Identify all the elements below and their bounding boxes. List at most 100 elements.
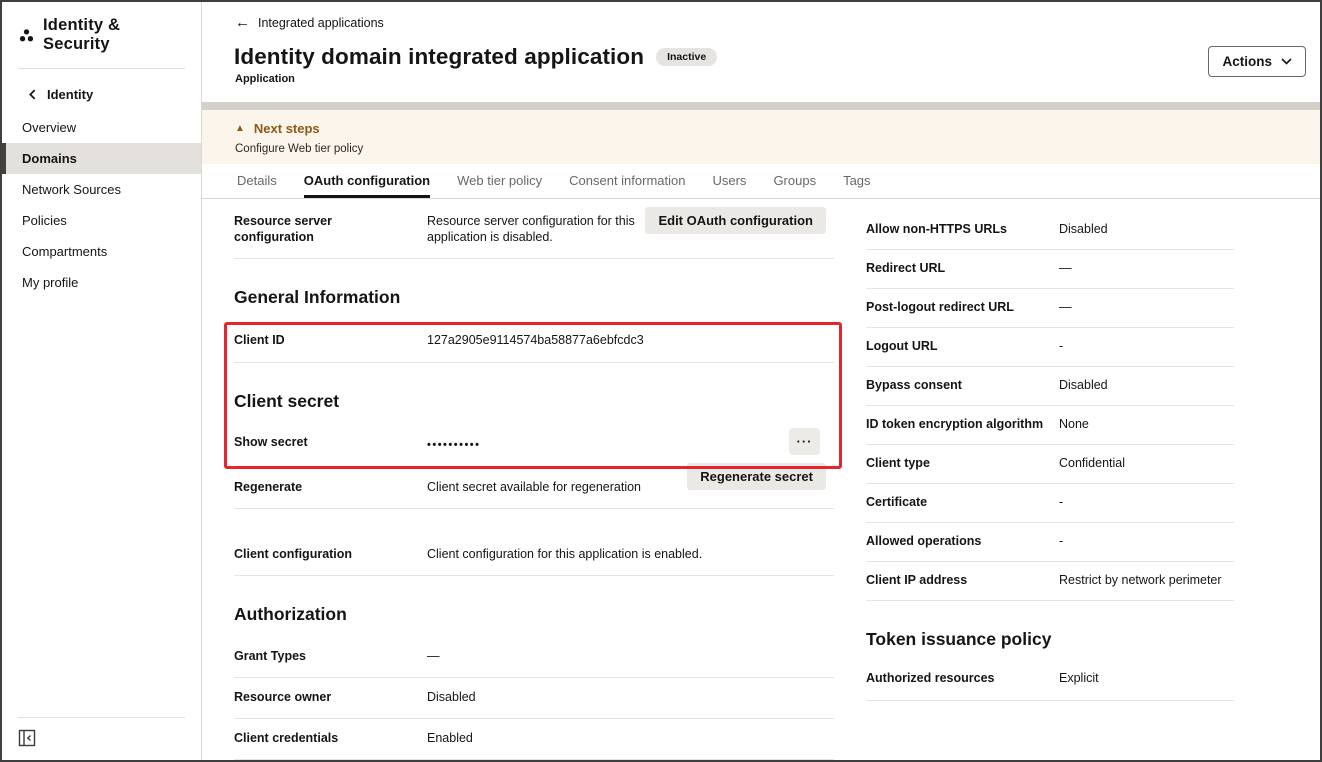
client-configuration-value: Client configuration for this applicatio… — [427, 546, 702, 562]
general-information-heading: General Information — [234, 287, 834, 308]
authorization-heading: Authorization — [234, 604, 834, 625]
sidebar-item-my-profile[interactable]: My profile — [2, 267, 201, 298]
client-ip-address-label: Client IP address — [866, 572, 1059, 588]
grant-types-label: Grant Types — [234, 648, 427, 664]
regenerate-secret-button[interactable]: Regenerate secret — [687, 463, 826, 490]
client-ip-address-value: Restrict by network perimeter — [1059, 572, 1222, 588]
certificate-label: Certificate — [866, 494, 1059, 510]
title-row: Identity domain integrated application I… — [234, 44, 717, 70]
breadcrumb-label: Integrated applications — [258, 16, 384, 30]
logout-url-row: Logout URL - — [866, 328, 1234, 367]
tab-details[interactable]: Details — [237, 164, 277, 198]
ellipsis-icon: ··· — [797, 434, 813, 449]
main-area: ← Integrated applications Identity domai… — [202, 2, 1320, 760]
regenerate-row: Regenerate Client secret available for r… — [234, 468, 834, 509]
next-steps-banner: ▲ Next steps Configure Web tier policy — [202, 110, 1320, 164]
bypass-consent-value: Disabled — [1059, 377, 1108, 393]
resource-owner-row: Resource owner Disabled — [234, 678, 834, 719]
post-logout-redirect-url-label: Post-logout redirect URL — [866, 299, 1059, 315]
show-secret-more-button[interactable]: ··· — [789, 428, 820, 455]
breadcrumb[interactable]: ← Integrated applications — [235, 15, 384, 30]
logout-url-value: - — [1059, 338, 1063, 354]
certificate-row: Certificate - — [866, 484, 1234, 523]
tab-oauth-configuration[interactable]: OAuth configuration — [304, 164, 430, 198]
certificate-value: - — [1059, 494, 1063, 510]
banner-message[interactable]: Configure Web tier policy — [235, 143, 363, 155]
id-token-encryption-label: ID token encryption algorithm — [866, 416, 1059, 432]
resource-server-row: Resource server configuration Resource s… — [234, 199, 834, 259]
client-type-label: Client type — [866, 455, 1059, 471]
allowed-operations-row: Allowed operations - — [866, 523, 1234, 562]
bypass-consent-label: Bypass consent — [866, 377, 1059, 393]
tab-content: Resource server configuration Resource s… — [202, 199, 1320, 760]
sidebar-footer — [2, 717, 201, 760]
show-secret-row: Show secret •••••••••• ··· — [234, 422, 834, 468]
tab-web-tier-policy[interactable]: Web tier policy — [457, 164, 542, 198]
sidebar-item-overview[interactable]: Overview — [2, 112, 201, 143]
collapse-sidebar-button[interactable] — [18, 728, 38, 748]
header-separator-bar — [202, 102, 1320, 110]
tab-groups[interactable]: Groups — [773, 164, 816, 198]
show-secret-masked-value: •••••••••• — [427, 434, 481, 453]
sidebar-item-compartments[interactable]: Compartments — [2, 236, 201, 267]
banner-title-row: ▲ Next steps — [235, 121, 320, 136]
collapse-panel-icon — [18, 729, 38, 747]
post-logout-redirect-url-row: Post-logout redirect URL — — [866, 289, 1234, 328]
redirect-url-value: — — [1059, 260, 1072, 276]
client-ip-address-row: Client IP address Restrict by network pe… — [866, 562, 1234, 601]
allowed-operations-value: - — [1059, 533, 1063, 549]
sidebar-section-label: Identity — [47, 87, 93, 102]
logout-url-label: Logout URL — [866, 338, 1059, 354]
sidebar-item-policies[interactable]: Policies — [2, 205, 201, 236]
regenerate-label: Regenerate — [234, 479, 427, 495]
id-token-encryption-row: ID token encryption algorithm None — [866, 406, 1234, 445]
allow-non-https-label: Allow non-HTTPS URLs — [866, 221, 1059, 237]
client-credentials-row: Client credentials Enabled — [234, 719, 834, 760]
client-id-value: 127a2905e9114574ba58877a6ebfcdc3 — [427, 332, 644, 348]
authorized-resources-label: Authorized resources — [866, 670, 1059, 686]
resource-owner-value: Disabled — [427, 689, 476, 705]
tab-tags[interactable]: Tags — [843, 164, 870, 198]
grant-types-value: — — [427, 648, 440, 664]
oauth-right-column: Allow non-HTTPS URLs Disabled Redirect U… — [866, 199, 1234, 701]
client-id-row: Client ID 127a2905e9114574ba58877a6ebfcd… — [234, 320, 834, 363]
actions-button[interactable]: Actions — [1208, 46, 1306, 77]
allow-non-https-value: Disabled — [1059, 221, 1108, 237]
sidebar: Identity & Security Identity Overview Do… — [2, 2, 202, 760]
edit-oauth-configuration-button[interactable]: Edit OAuth configuration — [645, 207, 826, 234]
page-title: Identity domain integrated application — [234, 44, 644, 70]
id-token-encryption-value: None — [1059, 416, 1089, 432]
token-issuance-policy-heading: Token issuance policy — [866, 629, 1234, 650]
client-configuration-label: Client configuration — [234, 546, 427, 562]
redirect-url-row: Redirect URL — — [866, 250, 1234, 289]
authorized-resources-value: Explicit — [1059, 670, 1099, 686]
client-credentials-value: Enabled — [427, 730, 473, 746]
client-credentials-label: Client credentials — [234, 730, 427, 746]
client-id-label: Client ID — [234, 332, 427, 348]
sidebar-footer-divider — [18, 717, 185, 718]
back-arrow-icon: ← — [235, 15, 250, 30]
client-type-value: Confidential — [1059, 455, 1125, 471]
warning-icon: ▲ — [235, 124, 245, 134]
token-policy-rows: Authorized resources Explicit — [866, 660, 1234, 701]
tab-consent-information[interactable]: Consent information — [569, 164, 685, 198]
tab-users[interactable]: Users — [712, 164, 746, 198]
right-panel-rows: Allow non-HTTPS URLs Disabled Redirect U… — [866, 211, 1234, 601]
resource-owner-label: Resource owner — [234, 689, 427, 705]
sidebar-header: Identity & Security — [2, 2, 201, 66]
resource-server-value: Resource server configuration for this a… — [427, 213, 682, 245]
sidebar-item-network-sources[interactable]: Network Sources — [2, 174, 201, 205]
client-type-row: Client type Confidential — [866, 445, 1234, 484]
bypass-consent-row: Bypass consent Disabled — [866, 367, 1234, 406]
tab-bar: Details OAuth configuration Web tier pol… — [202, 164, 1320, 199]
actions-button-label: Actions — [1222, 54, 1272, 69]
sidebar-section-identity[interactable]: Identity — [2, 71, 201, 112]
resource-server-label: Resource server configuration — [234, 213, 427, 245]
show-secret-label: Show secret — [234, 434, 427, 450]
client-secret-heading: Client secret — [234, 391, 834, 412]
client-configuration-row: Client configuration Client configuratio… — [234, 535, 834, 576]
sidebar-divider — [18, 68, 185, 69]
sidebar-item-domains[interactable]: Domains — [2, 143, 201, 174]
allowed-operations-label: Allowed operations — [866, 533, 1059, 549]
oauth-left-column: Resource server configuration Resource s… — [234, 199, 834, 760]
